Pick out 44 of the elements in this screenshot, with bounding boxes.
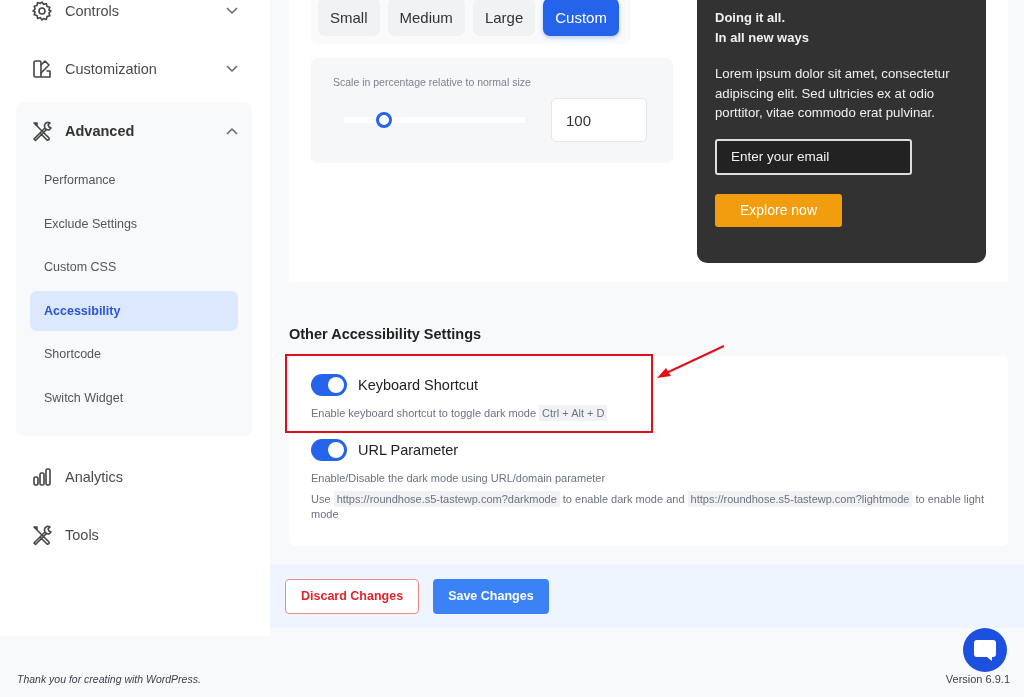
submenu-item[interactable]: Performance (30, 160, 238, 200)
setting-label: Keyboard Shortcut (358, 377, 479, 393)
scale-label: Scale in percentage relative to normal size (333, 76, 532, 88)
toggle-switch[interactable] (311, 439, 347, 461)
sidebar-item[interactable]: Controls (16, 0, 252, 40)
toggle-switch[interactable] (311, 374, 347, 396)
save-button[interactable]: Save Changes (433, 578, 549, 614)
submenu-item[interactable]: Accessibility (30, 290, 238, 331)
setting-description: Use https://roundhose.s5-tastewp.com?darkmode to enable dark mode and https://roundhose.s5-tastewp.com?lightmode to enable light mode (311, 492, 986, 522)
promo-heading: Doing it all. In all new ways (715, 9, 810, 47)
size-preset-button[interactable]: Large (472, 0, 536, 36)
slider-thumb[interactable] (375, 112, 392, 128)
size-preset-button[interactable]: Medium (387, 0, 465, 36)
sidebar-item[interactable]: Tools (16, 505, 252, 564)
gear-icon (31, 0, 53, 22)
palette-icon (31, 58, 53, 80)
bar-chart-icon (31, 465, 53, 488)
discard-button[interactable]: Discard Changes (285, 578, 420, 614)
setting-description: Enable/Disable the dark mode using URL/domain parameter (311, 471, 607, 486)
chevron-down-icon[interactable] (226, 7, 238, 15)
email-input-field[interactable]: Enter your email (715, 138, 912, 175)
scale-input-field[interactable]: 100 (551, 98, 647, 142)
submenu-item[interactable]: Custom CSS (30, 247, 238, 288)
setting-description: Enable keyboard shortcut to toggle dark mode Ctrl + Alt + D (311, 406, 986, 421)
tools-icon (31, 523, 53, 546)
sidebar-item[interactable]: Advanced (16, 102, 252, 160)
version-text: Version 6.9.1 (945, 673, 1010, 685)
setting-label: URL Parameter (358, 442, 459, 458)
submenu-item[interactable]: Switch Widget (30, 377, 238, 418)
submenu-item[interactable]: Shortcode (30, 334, 238, 375)
chevron-up-icon[interactable] (226, 127, 238, 135)
size-preset-button[interactable]: Custom (543, 0, 619, 36)
sidebar-item[interactable]: Analytics (16, 447, 252, 506)
promo-text: Lorem ipsum dolor sit amet, consectetur adipiscing elit. Sed ultricies ex at odio porttitor, vitae commodo erat pulvinar. (715, 65, 951, 122)
size-preset-button[interactable]: Small (318, 0, 380, 36)
chevron-down-icon[interactable] (226, 65, 238, 73)
chat-bubble-icon (972, 637, 998, 663)
submenu-item[interactable]: Exclude Settings (30, 203, 238, 244)
footer-credit: Thank you for creating with WordPress. (17, 673, 201, 685)
pointer-arrow (656, 344, 726, 380)
chat-button[interactable] (963, 628, 1007, 672)
section-title: Other Accessibility Settings (289, 326, 483, 344)
tools-icon (31, 120, 53, 142)
sidebar-item[interactable]: Customization (16, 40, 252, 98)
